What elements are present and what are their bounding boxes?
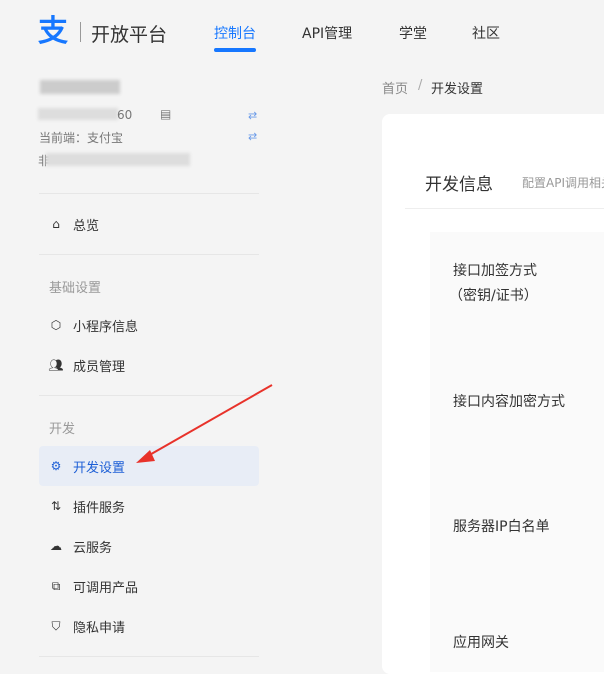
breadcrumb-separator: / <box>418 78 423 93</box>
section-subtitle: 配置API调用相关 <box>522 176 604 190</box>
ip-whitelist-label: 服务器IP白名单 <box>453 519 550 535</box>
signing-method-label: 接口加签方式 <box>453 263 537 279</box>
app-gateway-label: 应用网关 <box>453 635 509 651</box>
breadcrumb-current: 开发设置 <box>431 82 484 97</box>
section-divider <box>405 208 604 209</box>
content-encryption-label: 接口内容加密方式 <box>453 394 565 410</box>
section-title: 开发信息 <box>425 175 493 195</box>
signing-method-sublabel: （密钥/证书） <box>449 288 538 304</box>
breadcrumb-home[interactable]: 首页 <box>382 78 408 97</box>
